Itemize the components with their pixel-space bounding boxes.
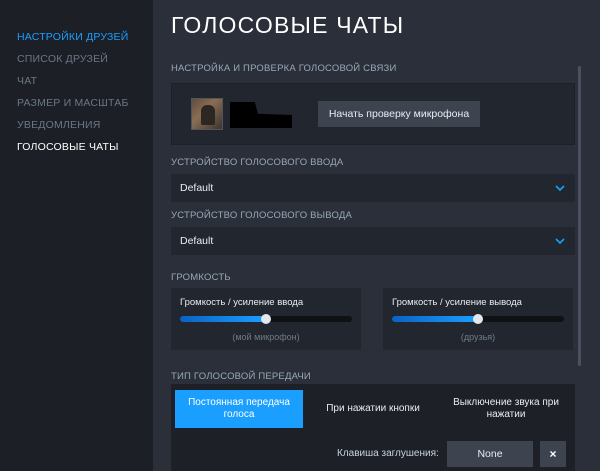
sidebar-item-size-scale[interactable]: РАЗМЕР И МАСШТАБ xyxy=(17,92,153,114)
start-mic-test-button[interactable]: Начать проверку микрофона xyxy=(318,101,480,127)
voice-settings-panel: ГОЛОСОВЫЕ ЧАТЫ НАСТРОЙКА И ПРОВЕРКА ГОЛО… xyxy=(153,0,600,471)
input-volume-knob[interactable] xyxy=(261,314,271,324)
transmission-option-continuous[interactable]: Постоянная передача голоса xyxy=(175,390,303,428)
input-volume-sub: (мой микрофон) xyxy=(232,332,300,342)
input-volume-card: Громкость / усиление ввода (мой микрофон… xyxy=(171,288,361,350)
output-volume-title: Громкость / усиление вывода xyxy=(392,297,522,308)
input-device-value: Default xyxy=(180,182,214,194)
avatar xyxy=(191,98,223,130)
output-volume-knob[interactable] xyxy=(473,314,483,324)
output-volume-fill xyxy=(392,316,478,322)
input-device-label: УСТРОЙСТВО ГОЛОСОВОГО ВВОДА xyxy=(171,157,344,168)
mic-test-section-label: НАСТРОЙКА И ПРОВЕРКА ГОЛОСОВОЙ СВЯЗИ xyxy=(171,63,397,74)
transmission-option-push-to-talk[interactable]: При нажатии кнопки xyxy=(311,390,435,428)
clear-mute-key-button[interactable]: × xyxy=(540,441,566,467)
output-device-label: УСТРОЙСТВО ГОЛОСОВОГО ВЫВОДА xyxy=(171,210,353,221)
transmission-section-label: ТИП ГОЛОСОВОЙ ПЕРЕДАЧИ xyxy=(171,371,311,382)
settings-sidebar: НАСТРОЙКИ ДРУЗЕЙ СПИСОК ДРУЗЕЙ ЧАТ РАЗМЕ… xyxy=(0,0,153,471)
input-device-dropdown[interactable]: Default xyxy=(171,174,575,202)
sidebar-item-notifications[interactable]: УВЕДОМЛЕНИЯ xyxy=(17,114,153,136)
mute-key-label: Клавиша заглушения: xyxy=(337,448,439,459)
output-device-value: Default xyxy=(180,235,214,247)
mic-test-box: Начать проверку микрофона xyxy=(171,83,575,145)
sidebar-item-chat[interactable]: ЧАТ xyxy=(17,70,153,92)
volume-section-label: ГРОМКОСТЬ xyxy=(171,272,231,283)
sidebar-header-friends-settings[interactable]: НАСТРОЙКИ ДРУЗЕЙ xyxy=(17,26,153,48)
sidebar-item-friends-list[interactable]: СПИСОК ДРУЗЕЙ xyxy=(17,48,153,70)
transmission-type-box: Постоянная передача голоса При нажатии к… xyxy=(171,384,575,471)
chevron-down-icon xyxy=(555,185,565,192)
scrollbar[interactable] xyxy=(578,66,581,366)
input-volume-title: Громкость / усиление ввода xyxy=(180,297,304,308)
output-volume-sub: (друзья) xyxy=(460,332,496,342)
page-title: ГОЛОСОВЫЕ ЧАТЫ xyxy=(171,12,405,38)
output-volume-slider[interactable] xyxy=(392,314,564,324)
sidebar-item-voice-chats[interactable]: ГОЛОСОВЫЕ ЧАТЫ xyxy=(17,136,153,158)
redacted-username xyxy=(230,102,292,128)
output-volume-card: Громкость / усиление вывода (друзья) xyxy=(383,288,573,350)
chevron-down-icon xyxy=(555,238,565,245)
mute-key-field[interactable]: None xyxy=(447,441,533,467)
output-device-dropdown[interactable]: Default xyxy=(171,227,575,255)
input-volume-fill xyxy=(180,316,266,322)
transmission-option-push-to-mute[interactable]: Выключение звука при нажатии xyxy=(443,390,569,428)
input-volume-slider[interactable] xyxy=(180,314,352,324)
